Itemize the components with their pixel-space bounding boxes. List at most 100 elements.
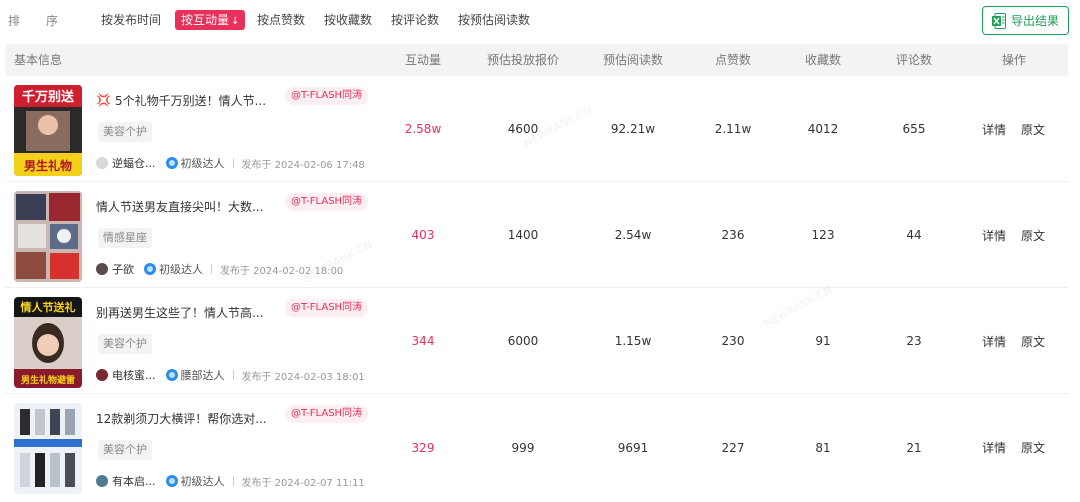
author-name[interactable]: 有本启...	[112, 473, 156, 489]
author-level: 初级达人	[180, 157, 225, 170]
reads-value: 92.21w	[610, 122, 656, 136]
original-link[interactable]: 原文	[1021, 183, 1045, 287]
table-row: 情人节送礼 男生礼物避雷 别再送男生这些了！情人节高... @T-FLASH同涛…	[5, 289, 1068, 394]
avatar[interactable]	[96, 475, 108, 487]
table-header: 基本信息 互动量 预估投放报价 预估阅读数 点赞数 收藏数 评论数 操作	[5, 44, 1068, 76]
author-name[interactable]: 子欲	[112, 261, 134, 277]
author-info: 电核蜜... 腰部达人 发布于 2024-02-03 18:01	[96, 367, 365, 383]
col-comments: 评论数	[895, 53, 933, 67]
level-badge-icon	[165, 475, 178, 487]
detail-link[interactable]: 详情	[982, 183, 1006, 287]
category-tag: 情感星座	[98, 228, 152, 248]
col-favorites: 收藏数	[804, 53, 842, 67]
reads-value: 1.15w	[614, 334, 652, 348]
table-row: 情人节送男友直接尖叫！大数... @T-FLASH同涛 情感星座 子欲 初级达人…	[5, 183, 1068, 288]
author-level: 腰部达人	[180, 369, 225, 382]
thumb-caption-top: 千万别送	[22, 89, 75, 105]
interaction-value: 2.58w	[404, 122, 442, 136]
price-value: 6000	[507, 334, 539, 348]
table-row: 千万别送 男生礼物 💢 5个礼物千万别送！情人节... @T-FLASH同涛 美…	[5, 77, 1068, 182]
post-title[interactable]: 情人节送男友直接尖叫！大数...	[96, 197, 263, 215]
divider	[232, 476, 234, 486]
original-link[interactable]: 原文	[1021, 289, 1045, 393]
publish-time: 发布于 2024-02-02 18:00	[220, 265, 344, 277]
brand-tag[interactable]: @T-FLASH同涛	[285, 87, 369, 105]
sort-by-publish-time[interactable]: 按发布时间	[101, 10, 161, 30]
sort-by-favorites[interactable]: 按收藏数	[324, 10, 372, 30]
category-tag: 美容个护	[98, 122, 152, 142]
col-interaction: 互动量	[404, 53, 442, 67]
col-likes: 点赞数	[714, 53, 752, 67]
post-thumbnail[interactable]	[14, 403, 82, 494]
post-thumbnail[interactable]: 千万别送 男生礼物	[14, 85, 82, 176]
thumb-caption-bottom: 男生礼物避雷	[21, 374, 75, 386]
publish-time: 发布于 2024-02-06 17:48	[241, 159, 365, 171]
col-basic-info: 基本信息	[14, 53, 63, 67]
post-title[interactable]: 💢 5个礼物千万别送！情人节...	[96, 91, 266, 109]
brand-tag[interactable]: @T-FLASH同涛	[285, 299, 369, 317]
author-info: 子欲 初级达人 发布于 2024-02-02 18:00	[96, 261, 343, 277]
original-link[interactable]: 原文	[1021, 395, 1045, 500]
likes-value: 227	[721, 440, 745, 455]
avatar[interactable]	[96, 369, 108, 381]
sort-by-comments[interactable]: 按评论数	[391, 10, 439, 30]
comments-value: 44	[906, 228, 922, 242]
interaction-value: 403	[411, 228, 435, 242]
original-link[interactable]: 原文	[1021, 77, 1045, 181]
reads-value: 2.54w	[614, 228, 652, 242]
export-results-button[interactable]: 导出结果	[982, 6, 1069, 35]
brand-tag[interactable]: @T-FLASH同涛	[285, 193, 369, 211]
sort-by-interaction[interactable]: 按互动量 ↓	[175, 10, 246, 30]
post-title[interactable]: 12款剃须刀大横评！帮你选对...	[96, 409, 267, 427]
comments-value: 21	[906, 440, 922, 455]
avatar[interactable]	[96, 157, 108, 169]
avatar[interactable]	[96, 263, 108, 275]
reads-value: 9691	[617, 440, 649, 455]
divider	[232, 158, 234, 168]
thumb-caption-top: 情人节送礼	[21, 300, 76, 314]
author-name[interactable]: 电核蜜...	[112, 367, 156, 383]
author-level: 初级达人	[180, 475, 225, 488]
detail-link[interactable]: 详情	[982, 289, 1006, 393]
publish-time: 发布于 2024-02-07 11:11	[241, 477, 365, 489]
author-info: 逆蝠仓... 初级达人 发布于 2024-02-06 17:48	[96, 155, 365, 171]
detail-link[interactable]: 详情	[982, 395, 1006, 500]
favorites-value: 81	[815, 440, 831, 455]
excel-icon	[991, 12, 1006, 29]
sort-by-estimated-reads[interactable]: 按预估阅读数	[458, 10, 530, 30]
detail-link[interactable]: 详情	[982, 77, 1006, 181]
divider	[232, 370, 234, 380]
post-thumbnail[interactable]	[14, 191, 82, 282]
level-badge-icon	[165, 369, 178, 381]
category-tag: 美容个护	[98, 440, 152, 460]
table-row: 12款剃须刀大横评！帮你选对... @T-FLASH同涛 美容个护 有本启...…	[5, 395, 1068, 502]
sort-label: 排序	[8, 14, 59, 28]
col-reads: 预估阅读数	[602, 53, 664, 67]
comments-value: 655	[902, 122, 926, 136]
likes-value: 230	[721, 334, 745, 348]
likes-value: 2.11w	[714, 122, 752, 136]
sort-by-likes[interactable]: 按点赞数	[257, 10, 305, 30]
post-thumbnail[interactable]: 情人节送礼 男生礼物避雷	[14, 297, 82, 388]
comments-value: 23	[906, 334, 922, 348]
brand-tag[interactable]: @T-FLASH同涛	[285, 405, 369, 423]
level-badge-icon	[144, 263, 156, 275]
favorites-value: 91	[815, 334, 831, 348]
author-name[interactable]: 逆蝠仓...	[112, 155, 156, 171]
author-level: 初级达人	[159, 263, 203, 276]
interaction-value: 344	[411, 334, 435, 348]
interaction-value: 329	[411, 440, 435, 455]
favorites-value: 123	[811, 228, 835, 242]
col-actions: 操作	[1001, 53, 1027, 67]
anger-icon: 💢	[96, 93, 111, 107]
post-title[interactable]: 别再送男生这些了！情人节高...	[96, 303, 263, 321]
thumb-caption-bottom: 男生礼物	[24, 158, 72, 173]
author-info: 有本启... 初级达人 发布于 2024-02-07 11:11	[96, 473, 365, 489]
likes-value: 236	[721, 228, 745, 242]
price-value: 4600	[507, 122, 539, 136]
publish-time: 发布于 2024-02-03 18:01	[241, 371, 365, 383]
level-badge-icon	[165, 157, 178, 169]
sort-desc-arrow-icon: ↓	[231, 16, 240, 27]
sort-bar: 排序 按发布时间 按互动量 ↓ 按点赞数 按收藏数 按评论数 按预估阅读数 导出结…	[0, 0, 1080, 42]
category-tag: 美容个护	[98, 334, 152, 354]
